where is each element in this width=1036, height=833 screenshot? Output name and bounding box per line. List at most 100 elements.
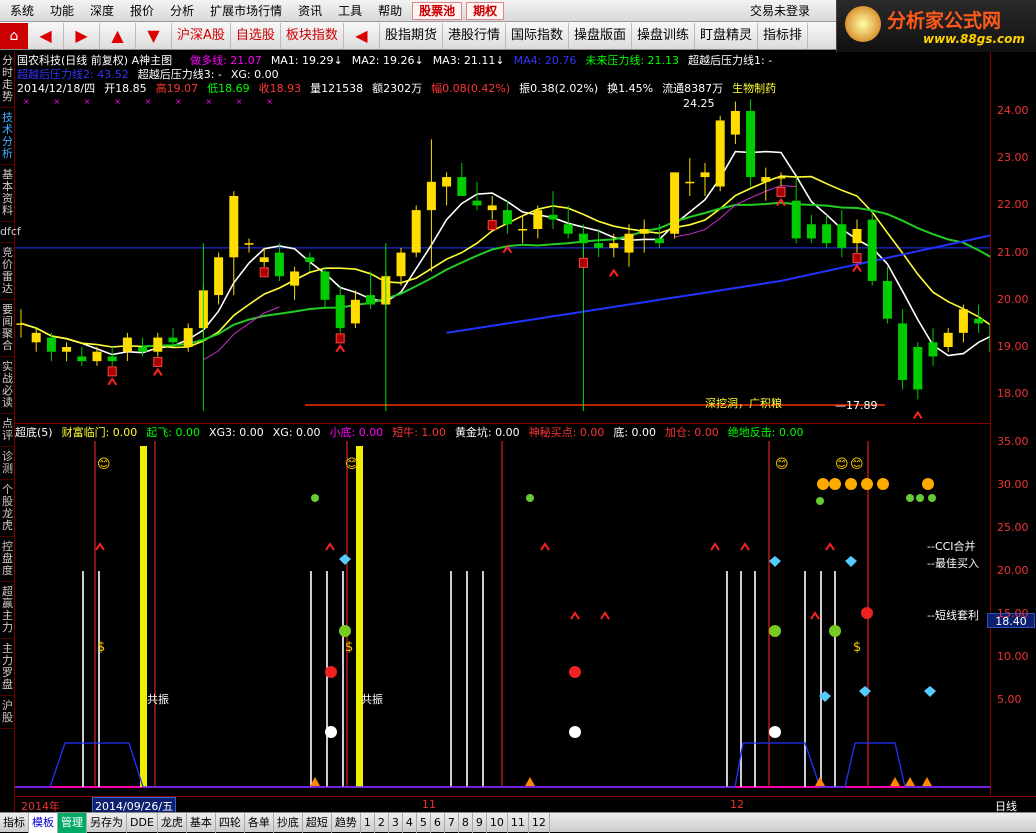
bottom-tab-1[interactable]: 模板 [29, 813, 58, 833]
best-buy-label: --最佳买入 [927, 556, 979, 570]
diamond-icon [845, 556, 857, 567]
bottom-tab-10[interactable]: 超短 [303, 813, 332, 833]
bottom-tab-15[interactable]: 4 [403, 813, 417, 833]
cross-ball-icon [569, 726, 581, 738]
bottom-tab-14[interactable]: 3 [389, 813, 403, 833]
toolbar-tab2-3[interactable]: 操盘版面 [569, 22, 632, 49]
side-tab-6[interactable]: 实战必读 [0, 357, 15, 414]
side-tab-13[interactable]: 沪股 [0, 696, 15, 729]
candle-body [958, 309, 968, 333]
menu-item-7[interactable]: 工具 [332, 0, 368, 22]
resonance-bar [356, 446, 363, 787]
toolbar-tab2-4[interactable]: 操盘训练 [632, 22, 696, 49]
bottom-tab-4[interactable]: DDE [127, 813, 158, 833]
down-icon[interactable]: ▼ [136, 22, 172, 49]
candle-body [320, 271, 330, 300]
indicator-tick: 30.00 [997, 478, 1029, 491]
side-tab-8[interactable]: 诊测 [0, 447, 15, 480]
toolbar-tab-0[interactable]: 沪深A股 [172, 22, 231, 49]
short-arb-label: --短线套利 [927, 608, 979, 622]
candle-body [867, 219, 877, 281]
bottom-tab-21[interactable]: 10 [487, 813, 508, 833]
bottom-tab-12[interactable]: 1 [361, 813, 375, 833]
menu-item-6[interactable]: 资讯 [292, 0, 328, 22]
bottom-tab-16[interactable]: 5 [417, 813, 431, 833]
toolbar-tab2-1[interactable]: 港股行情 [443, 22, 506, 49]
menu-item-1[interactable]: 功能 [44, 0, 80, 22]
bottom-tab-7[interactable]: 四轮 [216, 813, 245, 833]
indicator-arrow-icon [325, 542, 335, 551]
ind1-field-1: 财富临门: 0.00 [61, 426, 138, 439]
side-tab-2[interactable]: 基本资料 [0, 165, 15, 222]
hdr3-field-10: 流通8387万 [662, 82, 724, 95]
candle-body [502, 210, 512, 225]
chart-header-line3: 2014/12/18/四 开18.85 高19.07 低18.69 收18.93 量121… [17, 80, 785, 96]
toolbar-tab2-0[interactable]: 股指期货 [380, 22, 443, 49]
side-tab-9[interactable]: 个股龙虎 [0, 480, 15, 537]
bottom-tab-9[interactable]: 抄底 [274, 813, 303, 833]
home-icon[interactable]: ⌂ [0, 22, 28, 49]
cluster-icon [311, 494, 319, 502]
toolbar-tab-2[interactable]: 板块指数 [281, 22, 344, 49]
signal-emoji-icon: $ [853, 640, 861, 655]
side-tab-3[interactable]: dfcf [0, 222, 21, 243]
toolbar-tab2-6[interactable]: 指标排 [758, 22, 809, 49]
toolbar-tab-1[interactable]: 自选股 [231, 22, 281, 49]
side-tab-4[interactable]: 竞价雷达 [0, 243, 15, 300]
stock-pool-button[interactable]: 股票池 [412, 2, 463, 20]
bottom-tab-2[interactable]: 管理 [58, 813, 87, 833]
bottom-tab-17[interactable]: 6 [431, 813, 445, 833]
indicator-arrow-icon [540, 542, 550, 551]
futures-button[interactable]: 期权 [466, 2, 505, 20]
bottom-tab-20[interactable]: 9 [473, 813, 487, 833]
up-icon[interactable]: ▲ [100, 22, 136, 49]
x-marker: × [53, 97, 60, 106]
bottom-tab-11[interactable]: 趋势 [332, 813, 361, 833]
toolbar-tab2-5[interactable]: 盯盘精灵 [695, 22, 759, 49]
bottom-tab-3[interactable]: 另存为 [87, 813, 127, 833]
bottom-tab-6[interactable]: 基本 [187, 813, 216, 833]
menu-item-2[interactable]: 深度 [84, 0, 120, 22]
baseline-triangle-icon [890, 777, 900, 786]
candle-body [928, 342, 938, 357]
bottom-tab-8[interactable]: 各单 [245, 813, 274, 833]
bottom-tab-23[interactable]: 12 [529, 813, 550, 833]
candle-body [244, 243, 254, 245]
menu-item-4[interactable]: 分析 [164, 0, 200, 22]
candle-body [153, 337, 163, 352]
candle-body [31, 332, 41, 343]
cross-ball-icon [769, 726, 781, 738]
month-11-label: 11 [422, 798, 436, 811]
bottom-tab-5[interactable]: 龙虎 [158, 813, 187, 833]
bottom-tab-22[interactable]: 11 [508, 813, 529, 833]
forward-icon[interactable]: ▶ [64, 22, 100, 49]
trade-status[interactable]: 交易未登录 [744, 0, 816, 22]
scroll-left-icon[interactable]: ◀ [344, 22, 380, 49]
side-tab-1[interactable]: 技术分析 [0, 108, 15, 165]
indicator-tick: 25.00 [997, 521, 1029, 534]
back-icon[interactable]: ◀ [28, 22, 64, 49]
menu-item-5[interactable]: 扩展市场行情 [204, 0, 288, 22]
toolbar-tab2-2[interactable]: 国际指数 [506, 22, 569, 49]
menu-item-8[interactable]: 帮助 [372, 0, 408, 22]
side-tab-0[interactable]: 分时走势 [0, 51, 15, 108]
indicator-arrow-icon [810, 611, 820, 620]
side-tab-7[interactable]: 点评 [0, 414, 15, 447]
bottom-tab-19[interactable]: 8 [459, 813, 473, 833]
cluster-icon [816, 497, 824, 505]
bottom-tab-18[interactable]: 7 [445, 813, 459, 833]
side-tab-5[interactable]: 要闻聚合 [0, 300, 15, 357]
bottom-tab-13[interactable]: 2 [375, 813, 389, 833]
menu-item-0[interactable]: 系统 [4, 0, 40, 22]
side-tab-12[interactable]: 主力罗盘 [0, 639, 15, 696]
candle-body [305, 257, 315, 263]
candle-body [411, 210, 421, 253]
hdr3-field-3: 低18.69 [207, 82, 250, 95]
signal-emoji-icon: $ [97, 640, 105, 655]
bottom-tab-0[interactable]: 指标 [0, 813, 29, 833]
side-tab-10[interactable]: 控盘度 [0, 537, 15, 582]
side-tab-11[interactable]: 超赢主力 [0, 582, 15, 639]
candle-body [806, 224, 816, 239]
candle-body [214, 257, 224, 296]
menu-item-3[interactable]: 报价 [124, 0, 160, 22]
